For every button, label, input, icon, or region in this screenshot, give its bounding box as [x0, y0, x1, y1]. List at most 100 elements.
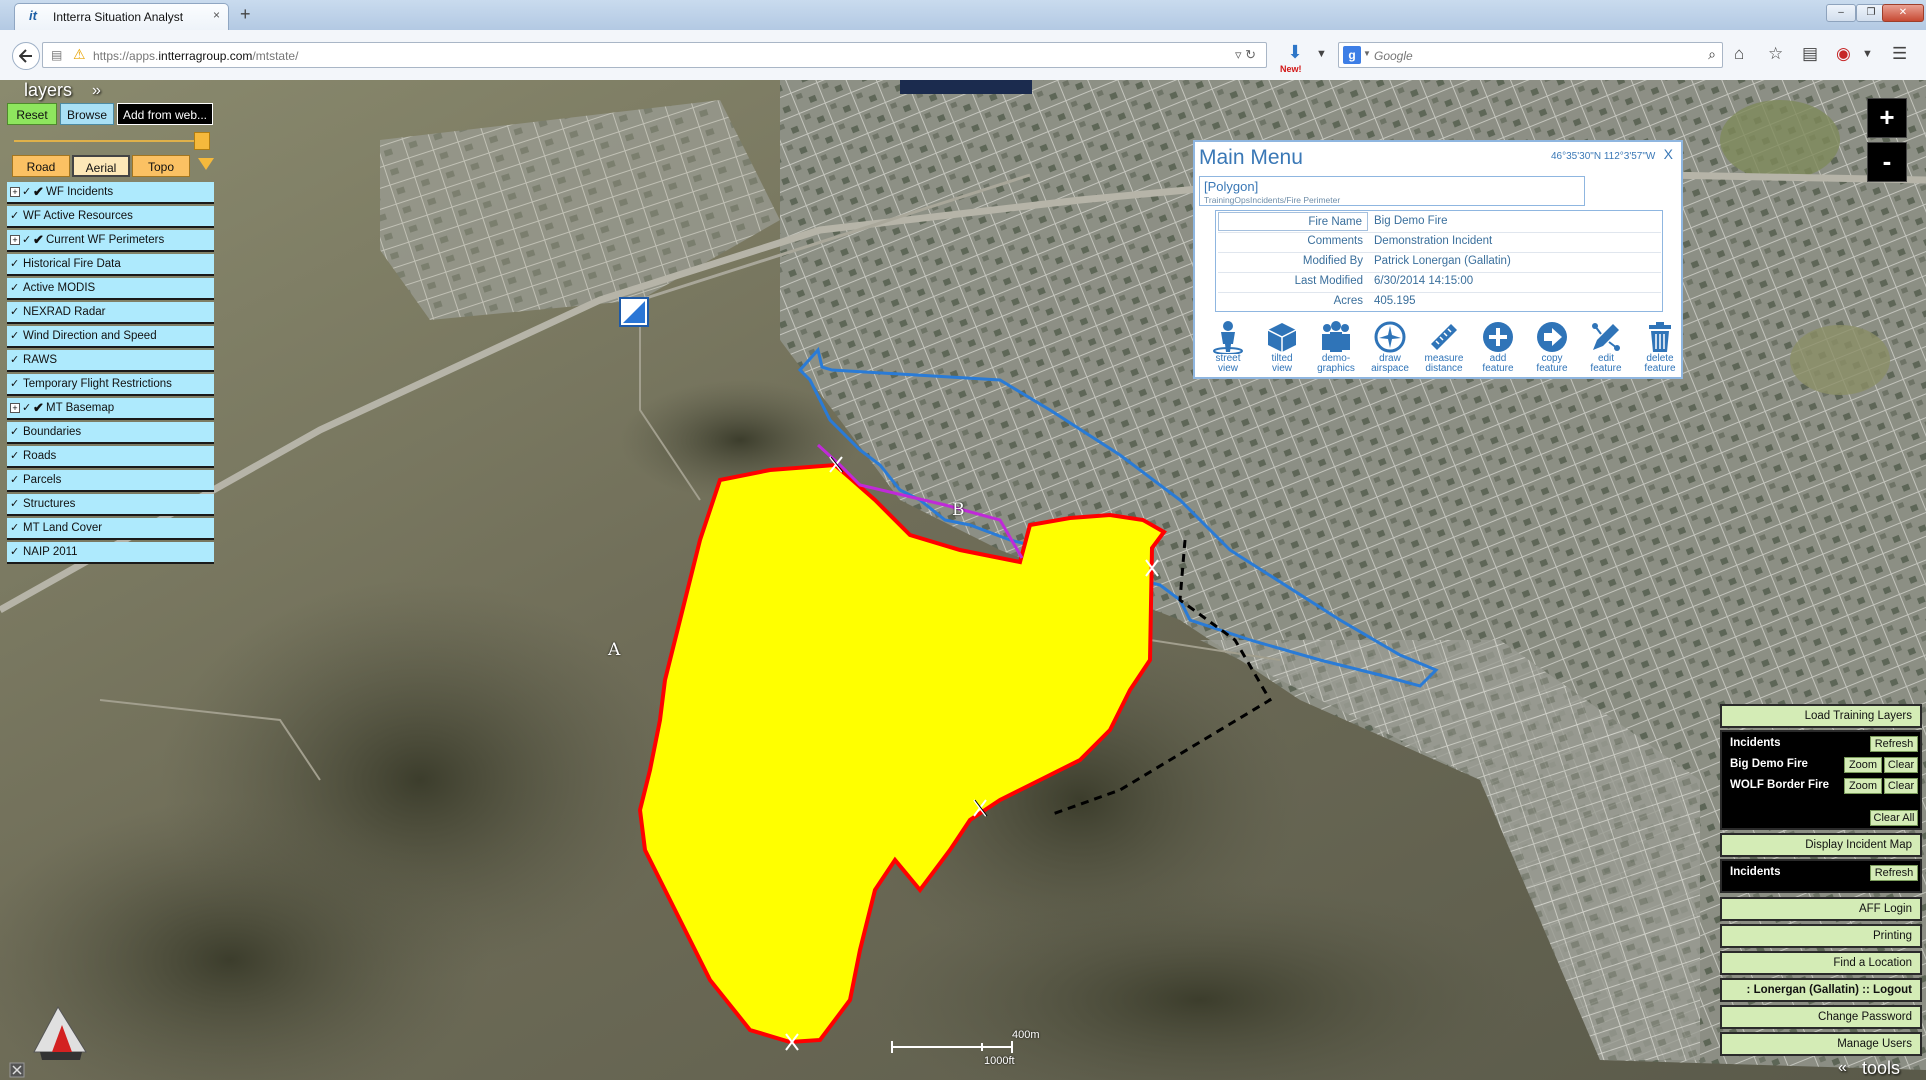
display-incident-map-button[interactable]: Display Incident Map: [1720, 833, 1922, 857]
basemap-topo-button[interactable]: Topo: [132, 155, 190, 177]
security-warning-icon[interactable]: ⚠: [73, 46, 86, 63]
search-input[interactable]: g ▼ Google ⌕: [1338, 42, 1723, 68]
layer-item[interactable]: ✓ Wind Direction and Speed: [7, 326, 214, 348]
close-icon[interactable]: X: [1664, 146, 1673, 162]
addon-dropdown-icon[interactable]: ▼: [1862, 48, 1873, 60]
checkbox-icon[interactable]: ✓: [10, 518, 19, 538]
browse-button[interactable]: Browse: [60, 103, 114, 125]
clear-incident-button[interactable]: Clear: [1884, 778, 1918, 794]
opacity-slider-thumb[interactable]: [194, 132, 210, 150]
layer-item[interactable]: ✓ Roads: [7, 446, 214, 468]
manage-users-button[interactable]: Manage Users: [1720, 1032, 1922, 1056]
measure-distance-button[interactable]: measure distance: [1418, 320, 1470, 378]
edit-feature-button[interactable]: edit feature: [1580, 320, 1632, 378]
zoom-in-button[interactable]: +: [1867, 98, 1907, 138]
add-from-web-button[interactable]: Add from web...: [117, 103, 213, 125]
address-bar[interactable]: ▤ ⚠ https://apps.intterragroup.com/mtsta…: [42, 42, 1267, 68]
expand-icon[interactable]: +: [10, 403, 20, 413]
copy-feature-button[interactable]: copy feature: [1526, 320, 1578, 378]
zoom-incident-button[interactable]: Zoom: [1844, 757, 1882, 773]
layer-item[interactable]: + ✓ ✔ MT Basemap: [7, 398, 214, 420]
basemap-road-button[interactable]: Road: [12, 155, 70, 177]
attribute-value[interactable]: Big Demo Fire: [1370, 212, 1448, 231]
google-engine-icon[interactable]: g: [1343, 46, 1361, 64]
layer-item[interactable]: + ✓ ✔ WF Incidents: [7, 182, 214, 204]
browser-tab[interactable]: it Intterra Situation Analyst ×: [14, 3, 229, 30]
layer-item[interactable]: ✓ MT Land Cover: [7, 518, 214, 540]
basemap-dropdown-icon[interactable]: [198, 158, 214, 170]
layers-collapse-icon[interactable]: »: [92, 82, 101, 100]
layer-item[interactable]: ✓ NAIP 2011: [7, 542, 214, 564]
layer-item[interactable]: ✓ Historical Fire Data: [7, 254, 214, 276]
clear-all-button[interactable]: Clear All: [1870, 810, 1918, 826]
street-view-button[interactable]: street view: [1202, 320, 1254, 378]
tab-close-icon[interactable]: ×: [213, 8, 220, 22]
find-location-button[interactable]: Find a Location: [1720, 951, 1922, 975]
tools-toggle[interactable]: « tools: [1820, 1058, 1926, 1080]
checkbox-icon[interactable]: ✓: [10, 446, 19, 466]
attribute-value[interactable]: Demonstration Incident: [1370, 232, 1492, 251]
close-window-button[interactable]: ✕: [1882, 4, 1924, 22]
menu-hamburger-icon[interactable]: ☰: [1892, 44, 1907, 64]
delete-feature-button[interactable]: delete feature: [1634, 320, 1686, 378]
attribute-value[interactable]: 6/30/2014 14:15:00: [1370, 272, 1473, 291]
checkbox-icon[interactable]: ✓: [10, 302, 19, 322]
checkbox-icon[interactable]: ✓: [10, 350, 19, 370]
basemap-aerial-button[interactable]: Aerial: [72, 155, 130, 177]
add-feature-button[interactable]: add feature: [1472, 320, 1524, 378]
checkbox-icon[interactable]: ✓: [10, 494, 19, 514]
download-dropdown-icon[interactable]: ▼: [1316, 48, 1327, 60]
draw-airspace-button[interactable]: draw airspace: [1364, 320, 1416, 378]
home-icon[interactable]: ⌂: [1734, 44, 1744, 64]
checkbox-icon[interactable]: ✓: [10, 206, 19, 226]
layer-item[interactable]: ✓ Temporary Flight Restrictions: [7, 374, 214, 396]
demographics-button[interactable]: demo- graphics: [1310, 320, 1362, 378]
load-training-layers-button[interactable]: Load Training Layers: [1720, 704, 1922, 728]
aff-login-button[interactable]: AFF Login: [1720, 897, 1922, 921]
engine-dropdown-icon[interactable]: ▼: [1363, 49, 1371, 58]
incident-name[interactable]: Big Demo Fire: [1730, 758, 1808, 770]
checkbox-icon[interactable]: ✓: [10, 470, 19, 490]
checkbox-icon[interactable]: ✓: [10, 422, 19, 442]
bookmarks-list-icon[interactable]: ▤: [1802, 44, 1818, 64]
tools-label[interactable]: tools: [1862, 1058, 1900, 1079]
layer-item[interactable]: ✓ Parcels: [7, 470, 214, 492]
reset-button[interactable]: Reset: [7, 103, 57, 125]
bookmark-star-icon[interactable]: ☆: [1768, 44, 1783, 64]
new-tab-button[interactable]: +: [240, 4, 251, 25]
reload-icon[interactable]: ▿ ↻: [1235, 47, 1256, 63]
refresh-button[interactable]: Refresh: [1870, 865, 1918, 881]
opacity-slider-track[interactable]: [14, 140, 206, 142]
search-icon[interactable]: ⌕: [1708, 46, 1716, 63]
attribute-value[interactable]: 405.195: [1370, 292, 1416, 311]
checkbox-icon[interactable]: ✓: [22, 182, 31, 202]
zoom-out-button[interactable]: -: [1867, 142, 1907, 182]
checkbox-icon[interactable]: ✓: [10, 374, 19, 394]
layers-panel-title[interactable]: layers: [24, 80, 72, 101]
layer-item[interactable]: ✓ WF Active Resources: [7, 206, 214, 228]
change-password-button[interactable]: Change Password: [1720, 1005, 1922, 1029]
layer-item[interactable]: ✓ Active MODIS: [7, 278, 214, 300]
checkbox-icon[interactable]: ✓: [10, 254, 19, 274]
layer-item[interactable]: ✓ RAWS: [7, 350, 214, 372]
attribute-value[interactable]: Patrick Lonergan (Gallatin): [1370, 252, 1511, 271]
layer-item[interactable]: ✓ NEXRAD Radar: [7, 302, 214, 324]
layer-item[interactable]: ✓ Structures: [7, 494, 214, 516]
logout-button[interactable]: : Lonergan (Gallatin) :: Logout: [1720, 978, 1922, 1002]
printing-button[interactable]: Printing: [1720, 924, 1922, 948]
clear-incident-button[interactable]: Clear: [1884, 757, 1918, 773]
checkbox-icon[interactable]: ✓: [10, 326, 19, 346]
layer-item[interactable]: ✓ Boundaries: [7, 422, 214, 444]
checkbox-icon[interactable]: ✓: [10, 542, 19, 562]
expand-icon[interactable]: +: [10, 235, 20, 245]
incident-name[interactable]: WOLF Border Fire: [1730, 779, 1829, 791]
tools-expand-icon[interactable]: «: [1838, 1059, 1847, 1077]
checkbox-icon[interactable]: ✓: [22, 398, 31, 418]
zoom-incident-button[interactable]: Zoom: [1844, 778, 1882, 794]
checkbox-icon[interactable]: ✓: [10, 278, 19, 298]
expand-icon[interactable]: +: [10, 187, 20, 197]
addon-icon[interactable]: ◉: [1836, 44, 1851, 64]
tilted-view-button[interactable]: tilted view: [1256, 320, 1308, 378]
layer-item[interactable]: + ✓ ✔ Current WF Perimeters: [7, 230, 214, 252]
refresh-button[interactable]: Refresh: [1870, 736, 1918, 752]
